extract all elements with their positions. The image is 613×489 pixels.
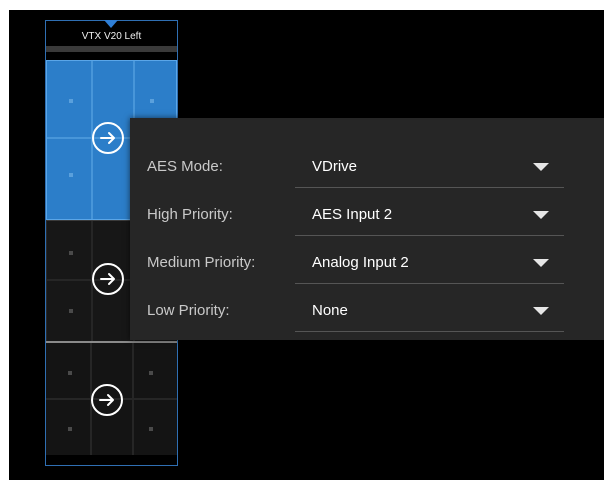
high-priority-value: AES Input 2: [312, 206, 393, 223]
arrow-right-icon[interactable]: [91, 384, 123, 416]
medium-priority-value: Analog Input 2: [312, 254, 409, 271]
column-title: VTX V20 Left: [81, 31, 142, 42]
arrow-right-icon[interactable]: [92, 263, 124, 295]
aes-mode-value: VDrive: [312, 158, 358, 175]
high-priority-dropdown[interactable]: AES Input 2: [295, 189, 564, 236]
chevron-down-icon: [533, 307, 549, 315]
speaker-box[interactable]: [46, 341, 177, 455]
low-priority-label: Low Priority:: [147, 302, 230, 319]
high-priority-row: High Priority: AES Input 2: [130, 189, 604, 237]
medium-priority-dropdown[interactable]: Analog Input 2: [295, 237, 564, 284]
column-header: VTX V20 Left: [46, 20, 177, 52]
low-priority-dropdown[interactable]: None: [295, 285, 564, 332]
low-priority-value: None: [312, 302, 348, 319]
aes-mode-row: AES Mode: VDrive: [130, 141, 604, 189]
high-priority-label: High Priority:: [147, 206, 233, 223]
column-header-bar: [46, 46, 177, 52]
low-priority-row: Low Priority: None: [130, 285, 604, 333]
aes-mode-label: AES Mode:: [147, 158, 223, 175]
chevron-down-icon: [533, 163, 549, 171]
input-priority-panel: AES Mode: VDrive High Priority: AES Inpu…: [130, 118, 604, 340]
arrow-right-icon[interactable]: [92, 122, 124, 154]
aes-mode-dropdown[interactable]: VDrive: [295, 141, 564, 188]
caret-down-icon: [104, 20, 118, 28]
chevron-down-icon: [533, 259, 549, 267]
workspace-canvas: VTX V20 Left AES Mode: VDrive High Prior…: [9, 10, 604, 480]
medium-priority-label: Medium Priority:: [147, 254, 256, 271]
medium-priority-row: Medium Priority: Analog Input 2: [130, 237, 604, 285]
chevron-down-icon: [533, 211, 549, 219]
